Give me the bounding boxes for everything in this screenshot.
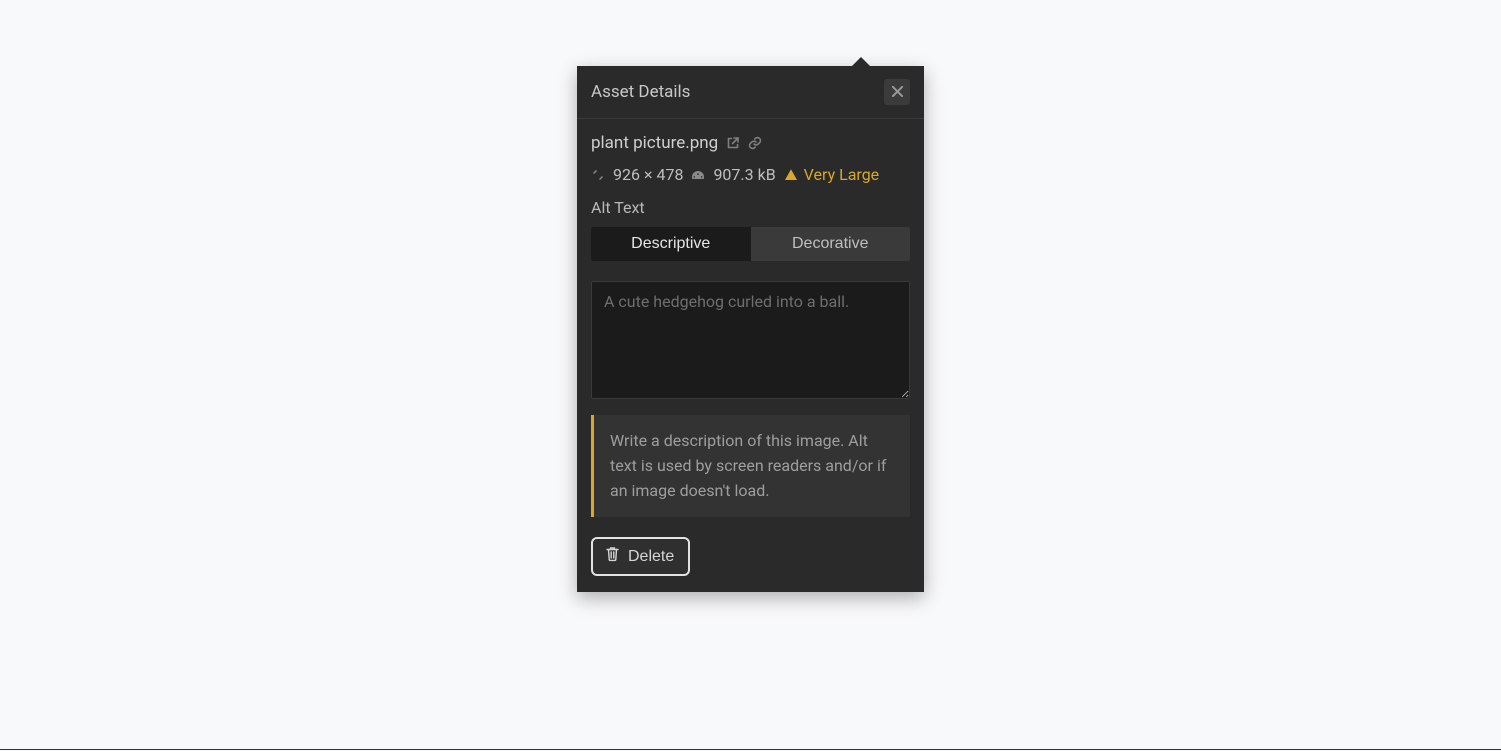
trash-icon: [605, 546, 620, 567]
file-meta-row: 926 × 478 907.3 kB Very Large: [591, 165, 910, 184]
alt-text-tabs: Descriptive Decorative: [591, 227, 910, 261]
size-warning: Very Large: [784, 165, 880, 184]
panel-title: Asset Details: [591, 82, 690, 102]
filename-row: plant picture.png: [591, 133, 910, 153]
tab-decorative[interactable]: Decorative: [751, 227, 911, 261]
panel-body: plant picture.png 926: [577, 119, 924, 592]
file-dimensions: 926 × 478: [613, 165, 683, 184]
dimensions-icon: [591, 168, 605, 182]
alt-text-input[interactable]: [591, 281, 910, 399]
panel-header: Asset Details: [577, 66, 924, 119]
alt-text-label: Alt Text: [591, 198, 910, 217]
link-icon[interactable]: [748, 136, 762, 150]
gauge-icon: [691, 168, 705, 182]
file-name: plant picture.png: [591, 133, 718, 153]
delete-button[interactable]: Delete: [591, 537, 690, 576]
tab-descriptive[interactable]: Descriptive: [591, 227, 751, 261]
close-icon: [892, 85, 903, 100]
warning-icon: [784, 168, 798, 182]
size-warning-label: Very Large: [804, 165, 880, 184]
delete-row: Delete: [591, 537, 910, 576]
close-button[interactable]: [884, 79, 910, 105]
file-size: 907.3 kB: [713, 165, 775, 184]
delete-label: Delete: [628, 548, 674, 566]
alt-text-hint: Write a description of this image. Alt t…: [591, 415, 910, 517]
external-link-icon[interactable]: [726, 136, 740, 150]
asset-details-panel: Asset Details plant picture.png: [577, 66, 924, 592]
page-bottom-rule: [0, 749, 1501, 750]
